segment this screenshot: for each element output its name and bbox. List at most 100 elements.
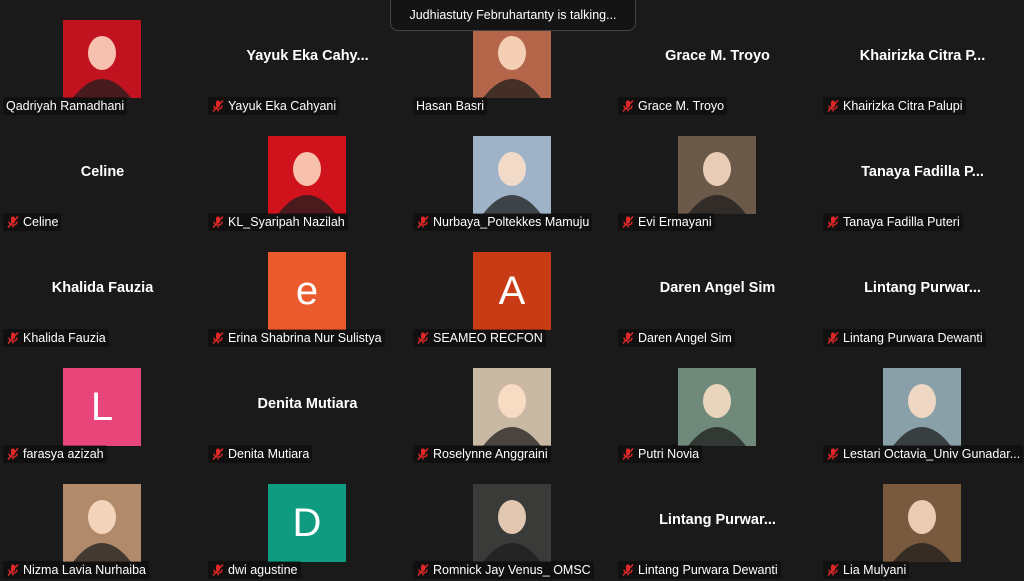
participant-tile[interactable]: Putri Novia xyxy=(615,348,820,464)
participant-name-label: Daren Angel Sim xyxy=(618,329,735,347)
participant-video-thumbnail xyxy=(883,368,961,446)
participant-name-label: Lintang Purwara Dewanti xyxy=(618,561,781,579)
participant-label-text: KL_Syaripah Nazilah xyxy=(228,215,345,229)
participant-tile[interactable]: Khalida Fauzia Khalida Fauzia xyxy=(0,232,205,348)
participant-tile[interactable]: Khairizka Citra P... Khairizka Citra Palu… xyxy=(820,0,1024,116)
participant-initial-avatar: e xyxy=(268,252,346,330)
muted-microphone-icon xyxy=(826,563,840,577)
participant-label-text: Denita Mutiara xyxy=(228,447,310,461)
avatar-initial: D xyxy=(292,500,322,545)
muted-microphone-icon xyxy=(416,331,430,345)
participant-tile[interactable]: Ddwi agustine xyxy=(205,464,410,580)
participant-tile[interactable]: Lintang Purwar... Lintang Purwara Dewanti xyxy=(820,232,1024,348)
participant-name-label: Qadriyah Ramadhani xyxy=(3,97,128,115)
participant-tile[interactable]: Nurbaya_Poltekkes Mamuju xyxy=(410,116,615,232)
participant-name-label: Nurbaya_Poltekkes Mamuju xyxy=(413,213,593,231)
participant-name-label: Lestari Octavia_Univ Gunadar... xyxy=(823,445,1024,463)
participant-tile[interactable]: Tanaya Fadilla P... Tanaya Fadilla Puteri xyxy=(820,116,1024,232)
participant-display-name: Yayuk Eka Cahy... xyxy=(246,48,369,64)
participant-label-text: Daren Angel Sim xyxy=(638,331,732,345)
participant-label-text: Celine xyxy=(23,215,59,229)
participant-label-text: Yayuk Eka Cahyani xyxy=(228,99,337,113)
participant-label-text: Nurbaya_Poltekkes Mamuju xyxy=(433,215,590,229)
participant-tile[interactable]: Romnick Jay Venus_ OMSC xyxy=(410,464,615,580)
participant-label-text: Lintang Purwara Dewanti xyxy=(638,563,778,577)
participant-tile[interactable]: Qadriyah Ramadhani xyxy=(0,0,205,116)
participant-name-label: Putri Novia xyxy=(618,445,703,463)
muted-microphone-icon xyxy=(211,563,225,577)
participant-name-label: Lintang Purwara Dewanti xyxy=(823,329,986,347)
participant-tile[interactable]: e Erina Shabrina Nur Sulistya xyxy=(205,232,410,348)
muted-microphone-icon xyxy=(6,215,20,229)
participant-tile[interactable]: Grace M. Troyo Grace M. Troyo xyxy=(615,0,820,116)
participant-gallery: Qadriyah Ramadhani Yayuk Eka Cahy... Yayuk… xyxy=(0,0,1024,581)
avatar-initial: A xyxy=(498,268,526,313)
muted-microphone-icon xyxy=(6,447,20,461)
participant-tile[interactable]: Lia Mulyani xyxy=(820,464,1024,580)
participant-label-text: Grace M. Troyo xyxy=(638,99,725,113)
participant-display-name: Tanaya Fadilla P... xyxy=(861,164,984,180)
participant-tile[interactable]: Evi Ermayani xyxy=(615,116,820,232)
muted-microphone-icon xyxy=(416,563,430,577)
participant-display-name: Daren Angel Sim xyxy=(659,280,776,296)
participant-label-text: Lia Mulyani xyxy=(843,563,907,577)
participant-name-label: Khalida Fauzia xyxy=(3,329,109,347)
participant-name-label: Roselynne Anggraini xyxy=(413,445,551,463)
participant-label-text: Putri Novia xyxy=(638,447,700,461)
participant-video-thumbnail xyxy=(63,20,141,98)
participant-video-thumbnail xyxy=(678,368,756,446)
muted-microphone-icon xyxy=(621,99,635,113)
participant-display-name: Khalida Fauzia xyxy=(51,280,154,296)
muted-microphone-icon xyxy=(211,331,225,345)
participant-display-name: Celine xyxy=(80,164,125,180)
participant-tile[interactable]: Lestari Octavia_Univ Gunadar... xyxy=(820,348,1024,464)
muted-microphone-icon xyxy=(621,331,635,345)
participant-tile[interactable]: Daren Angel Sim Daren Angel Sim xyxy=(615,232,820,348)
participant-name-label: Lia Mulyani xyxy=(823,561,910,579)
participant-display-name: Khairizka Citra P... xyxy=(859,48,986,64)
participant-name-label: Celine xyxy=(3,213,62,231)
participant-tile[interactable]: Denita Mutiara Denita Mutiara xyxy=(205,348,410,464)
muted-microphone-icon xyxy=(826,331,840,345)
participant-label-text: Khairizka Citra Palupi xyxy=(843,99,963,113)
participant-name-label: Grace M. Troyo xyxy=(618,97,728,115)
participant-video-thumbnail xyxy=(678,136,756,214)
participant-name-label: Hasan Basri xyxy=(413,97,488,115)
participant-initial-avatar: L xyxy=(63,368,141,446)
muted-microphone-icon xyxy=(621,447,635,461)
participant-tile[interactable]: Lintang Purwar... Lintang Purwara Dewanti xyxy=(615,464,820,580)
participant-video-thumbnail xyxy=(473,368,551,446)
participant-name-label: SEAMEO RECFON xyxy=(413,329,546,347)
participant-tile[interactable]: Roselynne Anggraini xyxy=(410,348,615,464)
participant-tile[interactable]: Yayuk Eka Cahy... Yayuk Eka Cahyani xyxy=(205,0,410,116)
participant-video-thumbnail xyxy=(268,136,346,214)
participant-name-label: Erina Shabrina Nur Sulistya xyxy=(208,329,385,347)
participant-display-name: Lintang Purwar... xyxy=(864,280,981,296)
participant-display-name: Lintang Purwar... xyxy=(659,512,776,528)
participant-label-text: Tanaya Fadilla Puteri xyxy=(843,215,960,229)
participant-name-label: Nizma Lavia Nurhaiba xyxy=(3,561,149,579)
participant-display-name: Grace M. Troyo xyxy=(665,48,770,64)
participant-video-thumbnail xyxy=(473,20,551,98)
participant-name-label: KL_Syaripah Nazilah xyxy=(208,213,348,231)
participant-tile[interactable]: Nizma Lavia Nurhaiba xyxy=(0,464,205,580)
participant-display-name: Denita Mutiara xyxy=(257,396,358,412)
active-speaker-text: Judhiastuty Februhartanty is talking... xyxy=(409,8,617,22)
muted-microphone-icon xyxy=(6,331,20,345)
participant-tile[interactable]: Celine Celine xyxy=(0,116,205,232)
participant-tile[interactable]: KL_Syaripah Nazilah xyxy=(205,116,410,232)
participant-tile[interactable]: Lfarasya azizah xyxy=(0,348,205,464)
participant-tile[interactable]: A SEAMEO RECFON xyxy=(410,232,615,348)
participant-label-text: Lestari Octavia_Univ Gunadar... xyxy=(843,447,1021,461)
participant-label-text: Lintang Purwara Dewanti xyxy=(843,331,983,345)
participant-name-label: Romnick Jay Venus_ OMSC xyxy=(413,561,594,579)
avatar-initial: e xyxy=(295,268,319,313)
muted-microphone-icon xyxy=(826,447,840,461)
participant-name-label: farasya azizah xyxy=(3,445,107,463)
muted-microphone-icon xyxy=(416,447,430,461)
muted-microphone-icon xyxy=(826,99,840,113)
participant-initial-avatar: D xyxy=(268,484,346,562)
muted-microphone-icon xyxy=(621,215,635,229)
muted-microphone-icon xyxy=(416,215,430,229)
participant-video-thumbnail xyxy=(473,484,551,562)
